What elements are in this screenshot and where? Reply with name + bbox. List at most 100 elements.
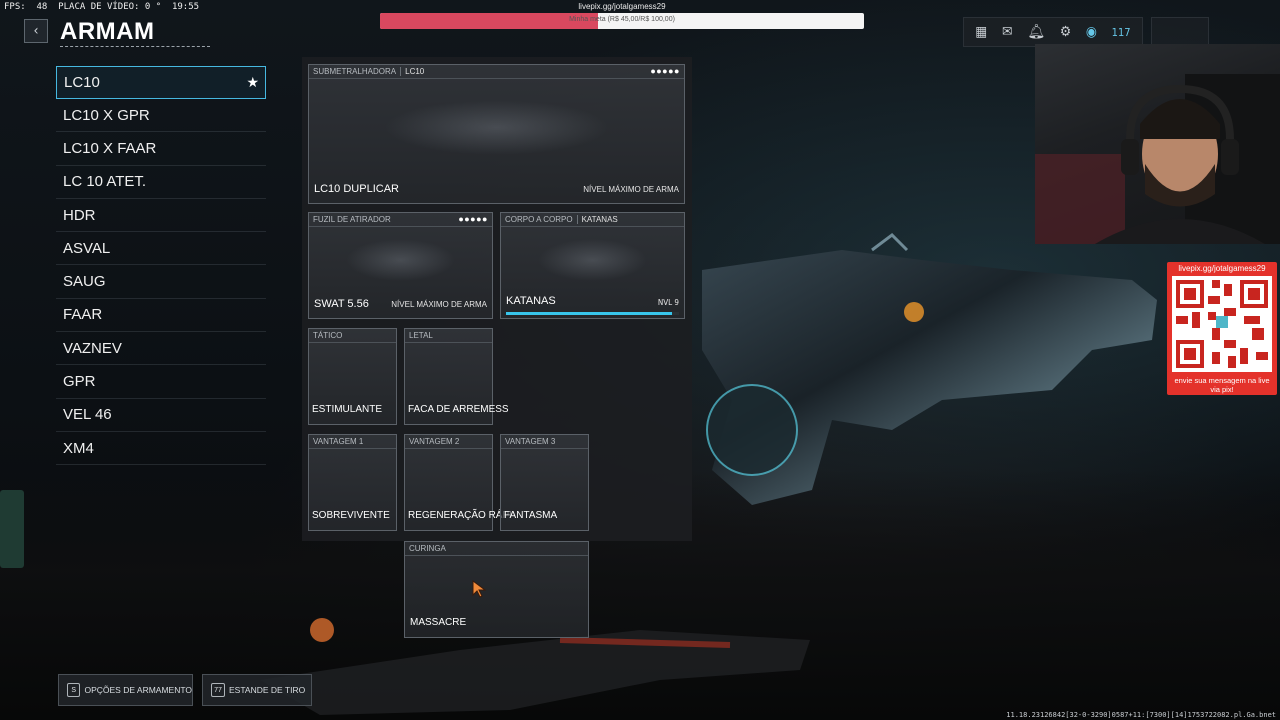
card-header: VANTAGEM 3 <box>501 435 588 449</box>
card-category: VANTAGEM 3 <box>505 437 556 446</box>
perk2-card[interactable]: VANTAGEM 2 REGENERAÇÃO RÁPI <box>404 434 512 531</box>
card-category: SUBMETRALHADORA <box>313 67 397 76</box>
card-category: LETAL <box>409 331 433 340</box>
attachment-dots: ●●●●● <box>650 66 680 76</box>
wildcard-card[interactable]: CURINGA MASSACRE <box>404 541 589 638</box>
weapon-label: GPR <box>63 373 96 391</box>
webcam-overlay <box>1035 44 1280 244</box>
weapon-item[interactable]: SAUG <box>56 265 266 299</box>
secondary-weapon-card[interactable]: FUZIL DE ATIRADOR ●●●●● SWAT 5.56 NÍVEL … <box>308 212 493 319</box>
lethal-card[interactable]: LETAL FACA DE ARREMESS <box>404 328 509 425</box>
attachment-dots: ●●●●● <box>458 214 488 224</box>
build-info: 11.18.23126842[32-0-3290]0587+11:[7300][… <box>1006 711 1276 719</box>
player-level: 117 <box>1111 25 1131 39</box>
weapon-label: VAZNEV <box>63 339 122 357</box>
card-header: LETAL <box>405 329 492 343</box>
weapon-item[interactable]: VEL 46 <box>56 399 266 432</box>
weapon-item[interactable]: VAZNEV <box>56 332 266 366</box>
card-category: VANTAGEM 1 <box>313 437 364 446</box>
card-category: CORPO A CORPO <box>505 215 573 224</box>
firing-range-button[interactable]: 77 ESTANDE DE TIRO <box>202 674 312 706</box>
card-name: KATANAS <box>506 295 556 307</box>
button-label: OPÇÕES DE ARMAMENTO <box>84 685 192 695</box>
card-category: CURINGA <box>409 544 446 553</box>
weapon-item[interactable]: XM4 <box>56 432 266 466</box>
weapon-level: NVL 9 <box>657 298 679 307</box>
weapon-item[interactable]: ASVAL <box>56 232 266 266</box>
weapon-label: VEL 46 <box>63 406 112 424</box>
donation-qr-panel: livepix.gg/jotalgamess29 envie sua mensa… <box>1167 262 1277 395</box>
card-header: VANTAGEM 2 <box>405 435 492 449</box>
weapon-label: LC10 X FAAR <box>63 139 157 157</box>
loadout-options-button[interactable]: S OPÇÕES DE ARMAMENTO <box>58 674 193 706</box>
weapon-item[interactable]: LC10 ★ <box>56 66 266 99</box>
weapon-label: LC10 <box>64 74 100 91</box>
xp-bar <box>506 312 679 315</box>
card-header: CURINGA <box>405 542 588 556</box>
background-object <box>0 490 24 568</box>
melee-card[interactable]: CORPO A CORPO KATANAS KATANAS NVL 9 <box>500 212 685 319</box>
tactical-card[interactable]: TÁTICO ESTIMULANTE <box>308 328 397 425</box>
card-weapon: KATANAS <box>576 215 618 224</box>
card-name: SOBREVIVENTE <box>312 510 390 521</box>
donation-goal-bar: Minha meta (R$ 45,00/R$ 100,00) <box>380 13 864 29</box>
weapon-preview <box>384 99 609 155</box>
card-header: VANTAGEM 1 <box>309 435 396 449</box>
weapon-label: SAUG <box>63 273 106 291</box>
card-name: REGENERAÇÃO RÁPI <box>408 510 512 521</box>
grid-icon[interactable]: ▦ <box>975 24 987 40</box>
card-name: SWAT 5.56 <box>314 298 369 310</box>
card-name: FANTASMA <box>504 510 558 521</box>
card-name: ESTIMULANTE <box>312 404 383 415</box>
weapon-label: ASVAL <box>63 239 111 257</box>
top-icon-bar: ▦ ✉ 🔔︎ ⚙ ◉ 117 <box>963 17 1143 47</box>
party-slot[interactable] <box>1151 17 1209 47</box>
gear-icon[interactable]: ⚙ <box>1060 24 1071 40</box>
weapon-label: LC10 X GPR <box>63 106 150 124</box>
weapon-item[interactable]: GPR <box>56 365 266 399</box>
card-header: SUBMETRALHADORA LC10 ●●●●● <box>309 65 684 79</box>
chevron-left-icon: ‹ <box>33 23 39 39</box>
weapon-label: LC 10 ATET. <box>63 173 147 191</box>
perk3-card[interactable]: VANTAGEM 3 FANTASMA <box>500 434 589 531</box>
title-underline <box>60 46 210 47</box>
card-status: NÍVEL MÁXIMO DE ARMA <box>391 300 487 309</box>
qr-code-icon <box>1172 276 1272 372</box>
weapon-preview <box>537 239 648 282</box>
weapon-label: HDR <box>63 206 96 224</box>
weapon-showcase <box>702 233 1157 505</box>
perk1-card[interactable]: VANTAGEM 1 SOBREVIVENTE <box>308 434 397 531</box>
card-header: TÁTICO <box>309 329 396 343</box>
weapon-label: FAAR <box>63 306 103 324</box>
back-button[interactable]: ‹ <box>24 19 48 43</box>
card-name: FACA DE ARREMESS <box>408 404 509 415</box>
bell-icon[interactable]: 🔔︎ <box>1027 24 1045 40</box>
mail-icon[interactable]: ✉ <box>1002 24 1013 40</box>
fps-counter: FPS: 48 PLACA DE VÍDEO: 0 ° 19:55 <box>4 2 200 12</box>
card-header: CORPO A CORPO KATANAS <box>501 213 684 227</box>
page-title: ARMAM <box>60 18 155 45</box>
streamer-silhouette <box>1035 74 1280 244</box>
weapon-item[interactable]: HDR <box>56 199 266 233</box>
key-hint: S <box>67 683 81 697</box>
weapon-list: LC10 ★ LC10 X GPR LC10 X FAAR LC 10 ATET… <box>56 66 266 466</box>
xp-fill <box>506 312 673 315</box>
weapon-item[interactable]: LC 10 ATET. <box>56 166 266 199</box>
primary-weapon-card[interactable]: SUBMETRALHADORA LC10 ●●●●● LC10 DUPLICAR … <box>308 64 685 204</box>
weapon-item[interactable]: FAAR <box>56 299 266 333</box>
mouse-cursor-icon <box>472 580 486 598</box>
qr-url: livepix.gg/jotalgamess29 <box>1178 264 1266 273</box>
card-weapon: LC10 <box>400 67 425 76</box>
card-category: VANTAGEM 2 <box>409 437 460 446</box>
favorite-star-icon: ★ <box>246 74 259 90</box>
button-label: ESTANDE DE TIRO <box>229 685 306 695</box>
qr-caption: envie sua mensagem na live via pix! <box>1174 376 1270 394</box>
card-status: NÍVEL MÁXIMO DE ARMA <box>583 185 679 194</box>
card-name: LC10 DUPLICAR <box>314 183 399 195</box>
weapon-label: XM4 <box>63 439 94 457</box>
weapon-item[interactable]: LC10 X FAAR <box>56 132 266 166</box>
card-name: MASSACRE <box>410 617 467 628</box>
weapon-preview <box>345 239 456 282</box>
rank-badge-icon[interactable]: ◉ <box>1086 24 1097 40</box>
weapon-item[interactable]: LC10 X GPR <box>56 99 266 133</box>
